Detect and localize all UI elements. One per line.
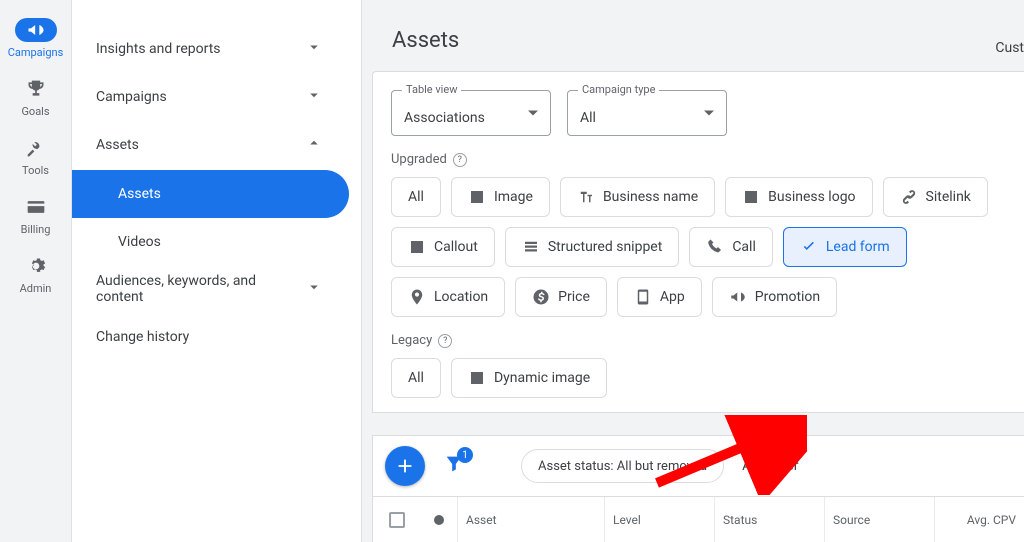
table-view-value: Associations [404,110,485,126]
credit-card-icon [4,195,68,219]
image-icon [468,188,486,206]
asset-filter-card: Table view Associations Campaign type Al… [372,71,1024,413]
chip-price[interactable]: Price [515,277,607,317]
main-content: Assets Cust Table view Associations Camp… [362,0,1024,542]
rail-item-admin[interactable]: Admin [4,254,68,295]
rail-label-admin: Admin [4,282,68,295]
image-icon [468,369,486,387]
add-asset-button[interactable] [385,446,425,486]
chip-location[interactable]: Location [391,277,505,317]
dropdown-caret-icon [704,111,714,116]
col-status[interactable]: Status [714,497,824,542]
select-all-checkbox[interactable] [373,497,421,542]
pin-icon [408,288,426,306]
megaphone-icon [15,18,57,42]
link-icon [900,188,918,206]
campaign-type-value: All [580,110,596,126]
table-view-select[interactable]: Table view Associations [391,90,551,136]
page-title: Assets [362,0,1024,71]
nav-item-change-history[interactable]: Change history [72,314,349,360]
rail-item-tools[interactable]: Tools [4,136,68,177]
plus-icon [394,455,416,477]
chip-business-logo[interactable]: Business logo [725,177,872,217]
rail-item-goals[interactable]: Goals [4,77,68,118]
filter-button[interactable]: 1 [443,453,465,479]
chevron-up-icon [305,134,325,156]
rail-item-billing[interactable]: Billing [4,195,68,236]
nav-label-assets: Assets [96,137,139,153]
right-truncated-text: Cust [995,40,1024,56]
rail-label-campaigns: Campaigns [4,46,68,59]
nav-sub-videos[interactable]: Videos [72,220,361,264]
chip-legacy-all[interactable]: All [391,358,441,398]
rail-item-campaigns[interactable]: Campaigns [4,18,68,59]
dollar-icon [532,288,550,306]
rail-label-billing: Billing [4,223,68,236]
list-icon [522,238,540,256]
chip-structured-snippet[interactable]: Structured snippet [505,227,679,267]
add-filter-button[interactable]: Add filter [742,458,798,474]
phone-icon [706,238,724,256]
chip-dynamic-image[interactable]: Dynamic image [451,358,607,398]
tools-icon [4,136,68,160]
nav-item-insights[interactable]: Insights and reports [72,26,349,72]
chevron-down-icon [305,38,325,60]
legacy-chips: All Dynamic image [391,358,1006,398]
chip-all[interactable]: All [391,177,441,217]
chip-call[interactable]: Call [689,227,773,267]
dropdown-caret-icon [528,111,538,116]
nav-label-change-history: Change history [96,329,189,345]
phone-device-icon [634,288,652,306]
table-toolbar: 1 Asset status: All but removed Add filt… [372,435,1024,496]
nav-label-campaigns: Campaigns [96,89,167,105]
help-icon[interactable]: ? [453,153,467,167]
filter-count-badge: 1 [457,447,473,463]
campaign-type-select[interactable]: Campaign type All [567,90,727,136]
campaign-type-label: Campaign type [578,83,659,96]
col-avg-cpv[interactable]: Avg. CPV [934,497,1024,542]
nav-item-campaigns[interactable]: Campaigns [72,74,349,120]
col-source[interactable]: Source [824,497,934,542]
nav-item-assets[interactable]: Assets [72,122,349,168]
table-header: Asset Level Status Source Avg. CPV [372,496,1024,542]
nav-label-insights: Insights and reports [96,41,221,57]
sidebar-nav: Insights and reports Campaigns Assets As… [72,0,362,542]
check-icon [800,238,818,256]
image-icon [742,188,760,206]
help-icon[interactable]: ? [438,334,452,348]
chip-image[interactable]: Image [451,177,550,217]
upgraded-chips: All Image Business name Business logo Si… [391,177,1006,317]
trophy-icon [4,77,68,101]
status-dot-column [421,497,457,542]
upgraded-section-label: Upgraded ? [391,152,1006,167]
table-view-label: Table view [402,83,461,96]
nav-sub-label-videos: Videos [118,234,161,250]
chevron-down-icon [305,278,325,300]
nav-sub-label-assets: Assets [118,186,161,202]
chip-business-name[interactable]: Business name [560,177,715,217]
note-icon [408,238,426,256]
text-icon [577,188,595,206]
rail-label-goals: Goals [4,105,68,118]
legacy-section-label: Legacy ? [391,333,1006,348]
asset-status-chip[interactable]: Asset status: All but removed [521,449,724,483]
chip-sitelink[interactable]: Sitelink [883,177,988,217]
chevron-down-icon [305,86,325,108]
chip-lead-form[interactable]: Lead form [783,227,907,267]
left-rail: Campaigns Goals Tools Billing Admin [0,0,72,542]
rail-label-tools: Tools [4,164,68,177]
chip-app[interactable]: App [617,277,702,317]
chip-promotion[interactable]: Promotion [712,277,837,317]
gear-icon [4,254,68,278]
nav-sub-assets-active[interactable]: Assets [72,170,349,218]
megaphone-icon [729,288,747,306]
nav-item-audiences[interactable]: Audiences, keywords, and content [72,266,349,312]
col-level[interactable]: Level [604,497,714,542]
col-asset[interactable]: Asset [457,497,604,542]
chip-callout[interactable]: Callout [391,227,495,267]
nav-label-audiences: Audiences, keywords, and content [96,273,296,305]
